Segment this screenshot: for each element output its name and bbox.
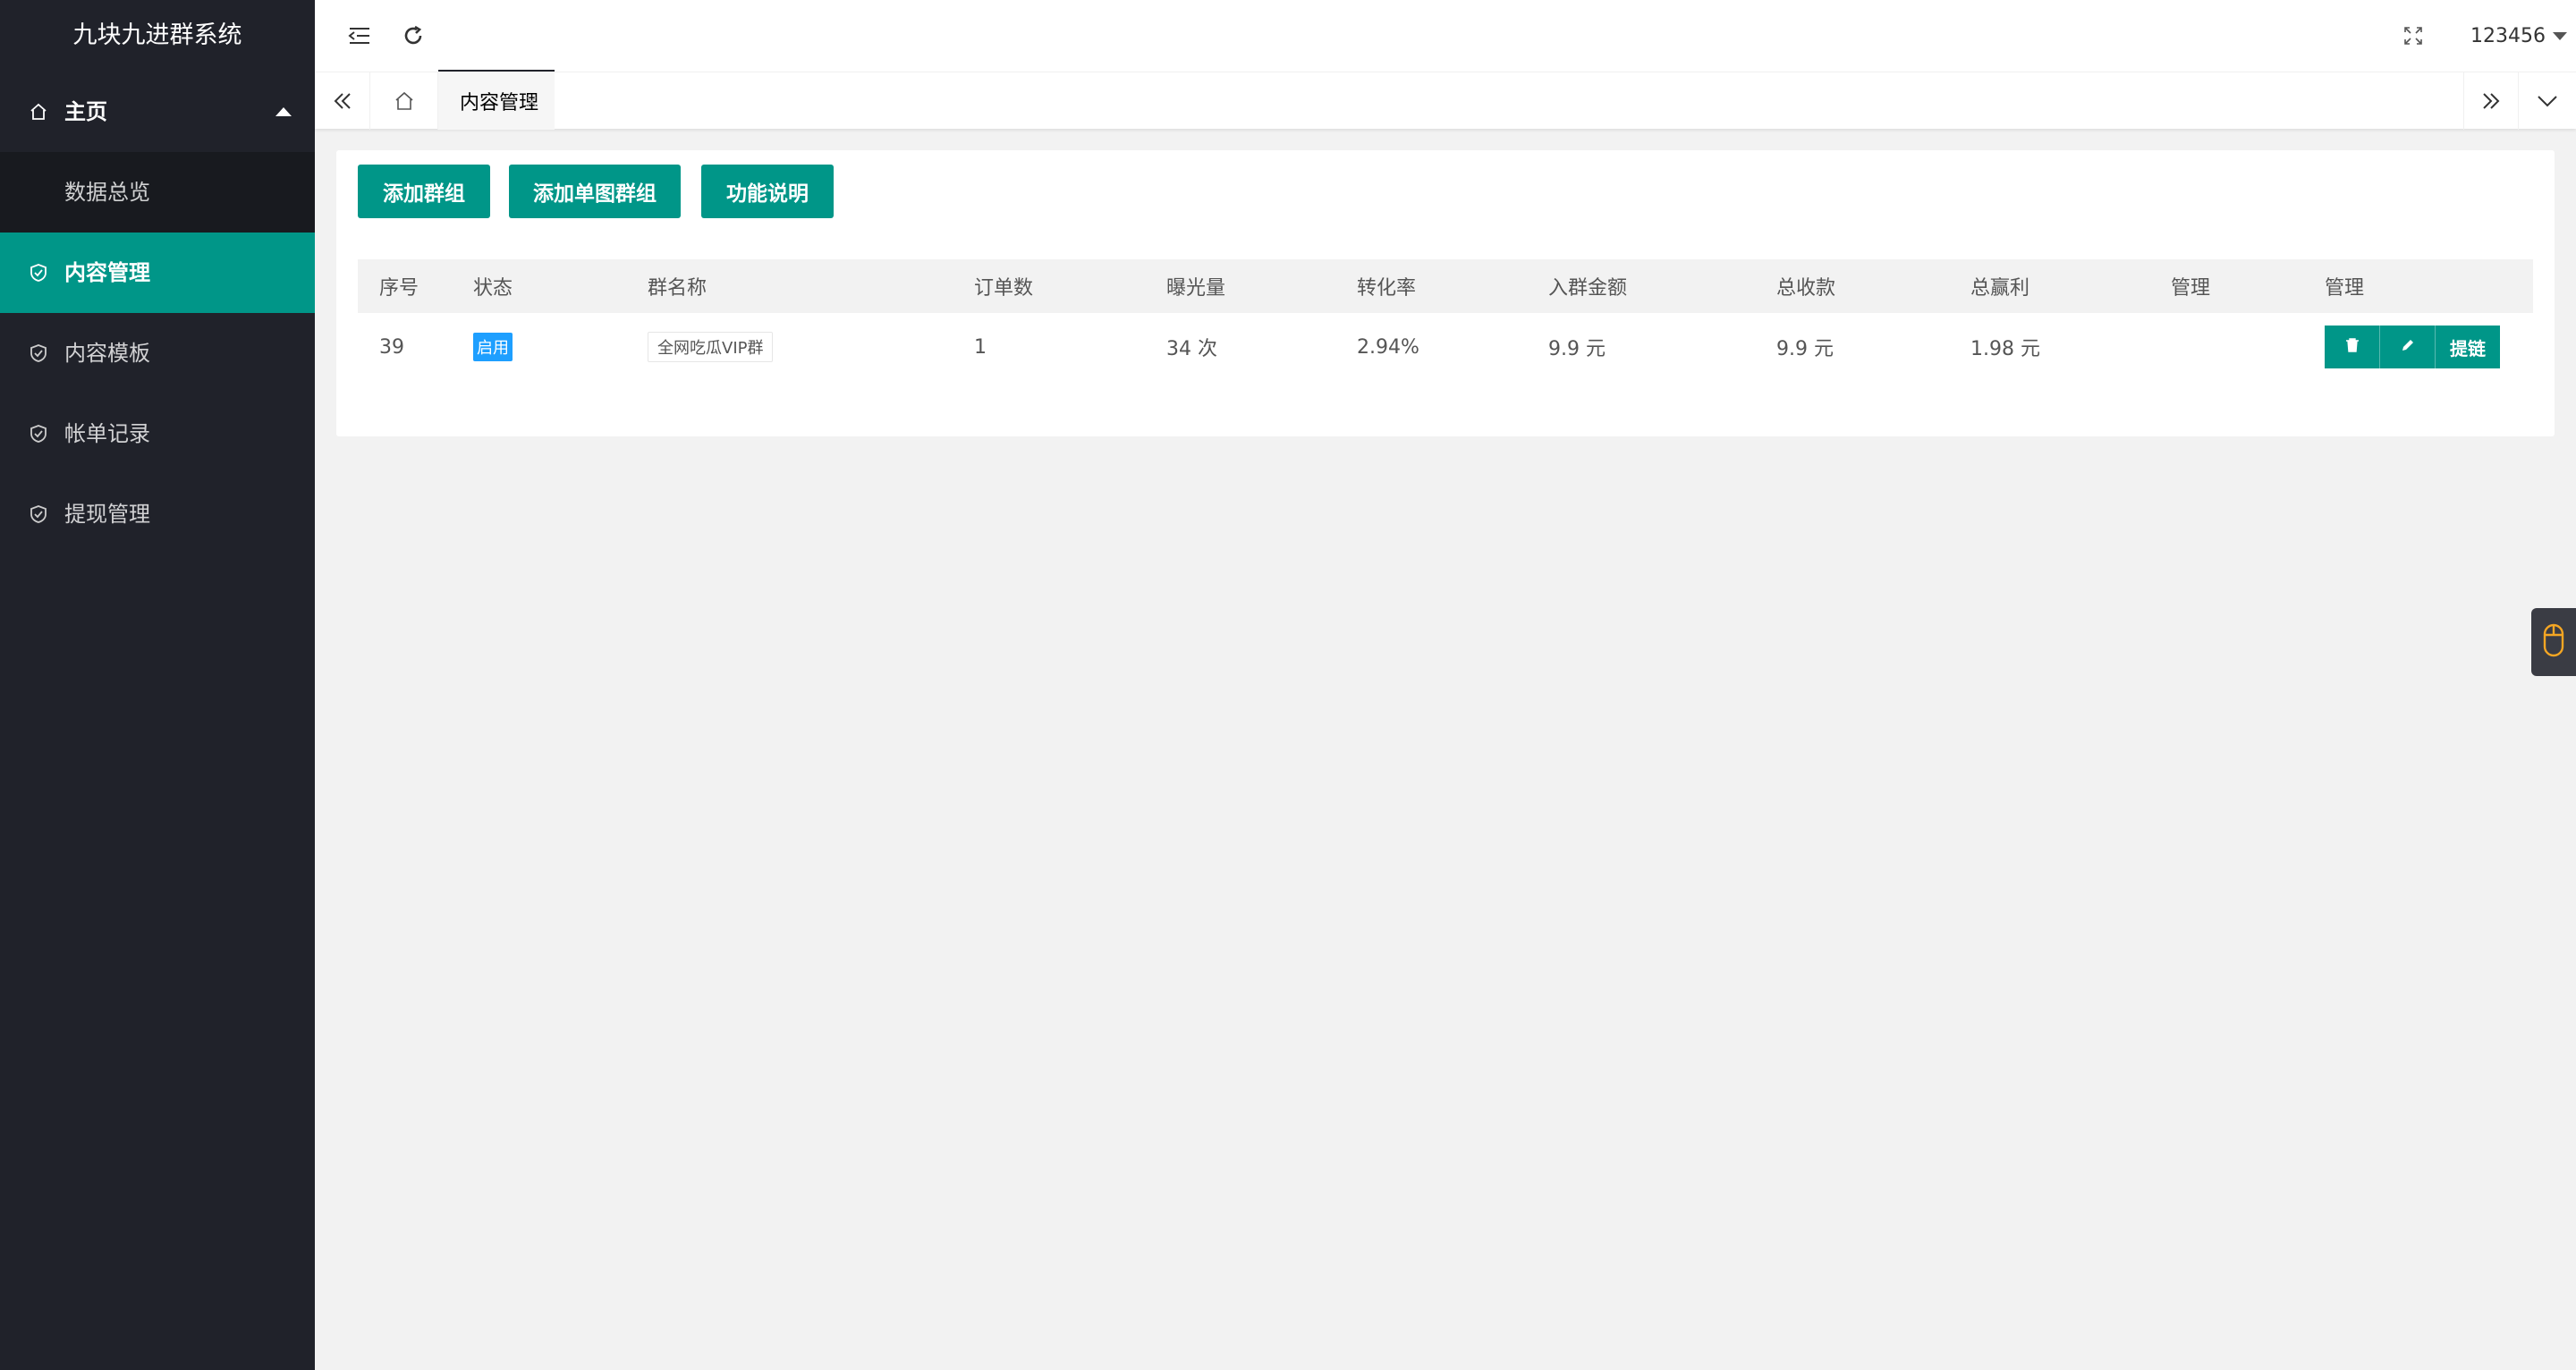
floating-mouse-widget[interactable] [2531,608,2576,676]
sidebar-item-home[interactable]: 主页 [0,72,315,152]
column-header: 总收款 [1776,277,1836,300]
add-single-image-group-button[interactable]: 添加单图群组 [509,165,681,218]
column-header: 序号 [379,277,419,300]
tabs-bar: 内容管理 × [315,72,2576,130]
group-table: 序号 状态 群名称 订单数 曝光量 转化率 入群金额 总收款 总赢利 管理 管理… [358,259,2533,381]
sidebar-item-content-template[interactable]: 内容模板 [0,313,315,393]
edit-button[interactable] [2380,326,2436,368]
cell-total-profit: 1.98 元 [1970,338,2040,360]
column-header: 管理 [2325,277,2365,300]
sidebar-item-data-overview[interactable]: 数据总览 [0,152,315,233]
column-header: 状态 [473,277,513,300]
status-badge: 启用 [473,333,513,361]
column-header: 群名称 [648,277,708,300]
column-header: 管理 [2171,277,2211,300]
column-header: 曝光量 [1166,277,1226,300]
cell-orders: 1 [974,335,987,359]
cell-operations: 提链 [2303,313,2533,381]
get-link-button[interactable]: 提链 [2436,326,2500,368]
sidebar-item-label: 数据总览 [64,180,150,205]
sidebar-item-label: 内容模板 [64,341,150,366]
delete-button[interactable] [2325,326,2380,368]
sidebar-item-bill-records[interactable]: 帐单记录 [0,393,315,474]
table-header-row: 序号 状态 群名称 订单数 曝光量 转化率 入群金额 总收款 总赢利 管理 管理 [358,259,2533,313]
cell-exposure: 34 次 [1166,338,1217,360]
sidebar-item-content-management[interactable]: 内容管理 [0,233,315,313]
table-row: 39 启用 全网吃瓜VIP群 1 34 次 2.94% 9.9 元 9.9 元 … [358,313,2533,381]
home-tab-icon[interactable] [370,72,438,130]
tab-content-management[interactable]: 内容管理 × [438,72,555,130]
cell-total-received: 9.9 元 [1776,338,1834,360]
cell-status: 启用 [452,313,626,381]
username: 123456 [2470,24,2546,47]
shield-check-icon [27,474,50,554]
mouse-icon [2542,622,2565,662]
cell-manage [2149,313,2303,381]
sidebar-item-label: 内容管理 [64,260,150,285]
content-card: 添加群组 添加单图群组 功能说明 序号 状态 群名称 订单数 曝光量 转化率 入… [336,150,2555,436]
home-icon [27,72,50,152]
shield-check-icon [27,393,50,474]
add-group-button[interactable]: 添加群组 [358,165,490,218]
tabs-dropdown-icon[interactable] [2519,72,2576,130]
refresh-icon[interactable] [386,0,440,72]
row-actions: 提链 [2325,326,2500,368]
sidebar-item-label: 帐单记录 [64,421,150,446]
shield-check-icon [27,313,50,393]
fullscreen-icon[interactable] [2386,0,2440,72]
top-header: 123456 [315,0,2576,72]
sidebar-item-withdrawal-management[interactable]: 提现管理 [0,474,315,554]
group-name-tag: 全网吃瓜VIP群 [648,332,774,362]
column-header: 总赢利 [1970,277,2030,300]
menu-fold-icon[interactable] [333,0,386,72]
app-title: 九块九进群系统 [0,0,315,72]
caret-up-icon [275,107,292,116]
column-header: 入群金额 [1548,277,1628,300]
sidebar-item-label: 主页 [64,99,107,124]
trash-icon [2344,336,2360,358]
caret-down-icon [2553,31,2567,40]
tabs-scroll-right-icon[interactable] [2463,72,2519,130]
sidebar-submenu: 数据总览 [0,152,315,233]
column-header: 订单数 [974,277,1034,300]
tabs-scroll-left-icon[interactable] [315,72,370,130]
shield-check-icon [27,233,50,313]
help-button[interactable]: 功能说明 [701,165,834,218]
cell-id: 39 [379,335,404,359]
cell-conversion: 2.94% [1357,335,1419,359]
column-header: 转化率 [1357,277,1417,300]
sidebar-item-label: 提现管理 [64,502,150,527]
user-menu[interactable]: 123456 [2470,0,2567,72]
tab-close-icon[interactable]: × [525,92,538,111]
cell-entry-fee: 9.9 元 [1548,338,1606,360]
sidebar: 九块九进群系统 主页 数据总览 内容管理 内容模板 帐单记录 提现管理 [0,0,315,1370]
pencil-icon [2400,336,2416,358]
cell-name: 全网吃瓜VIP群 [626,313,953,381]
